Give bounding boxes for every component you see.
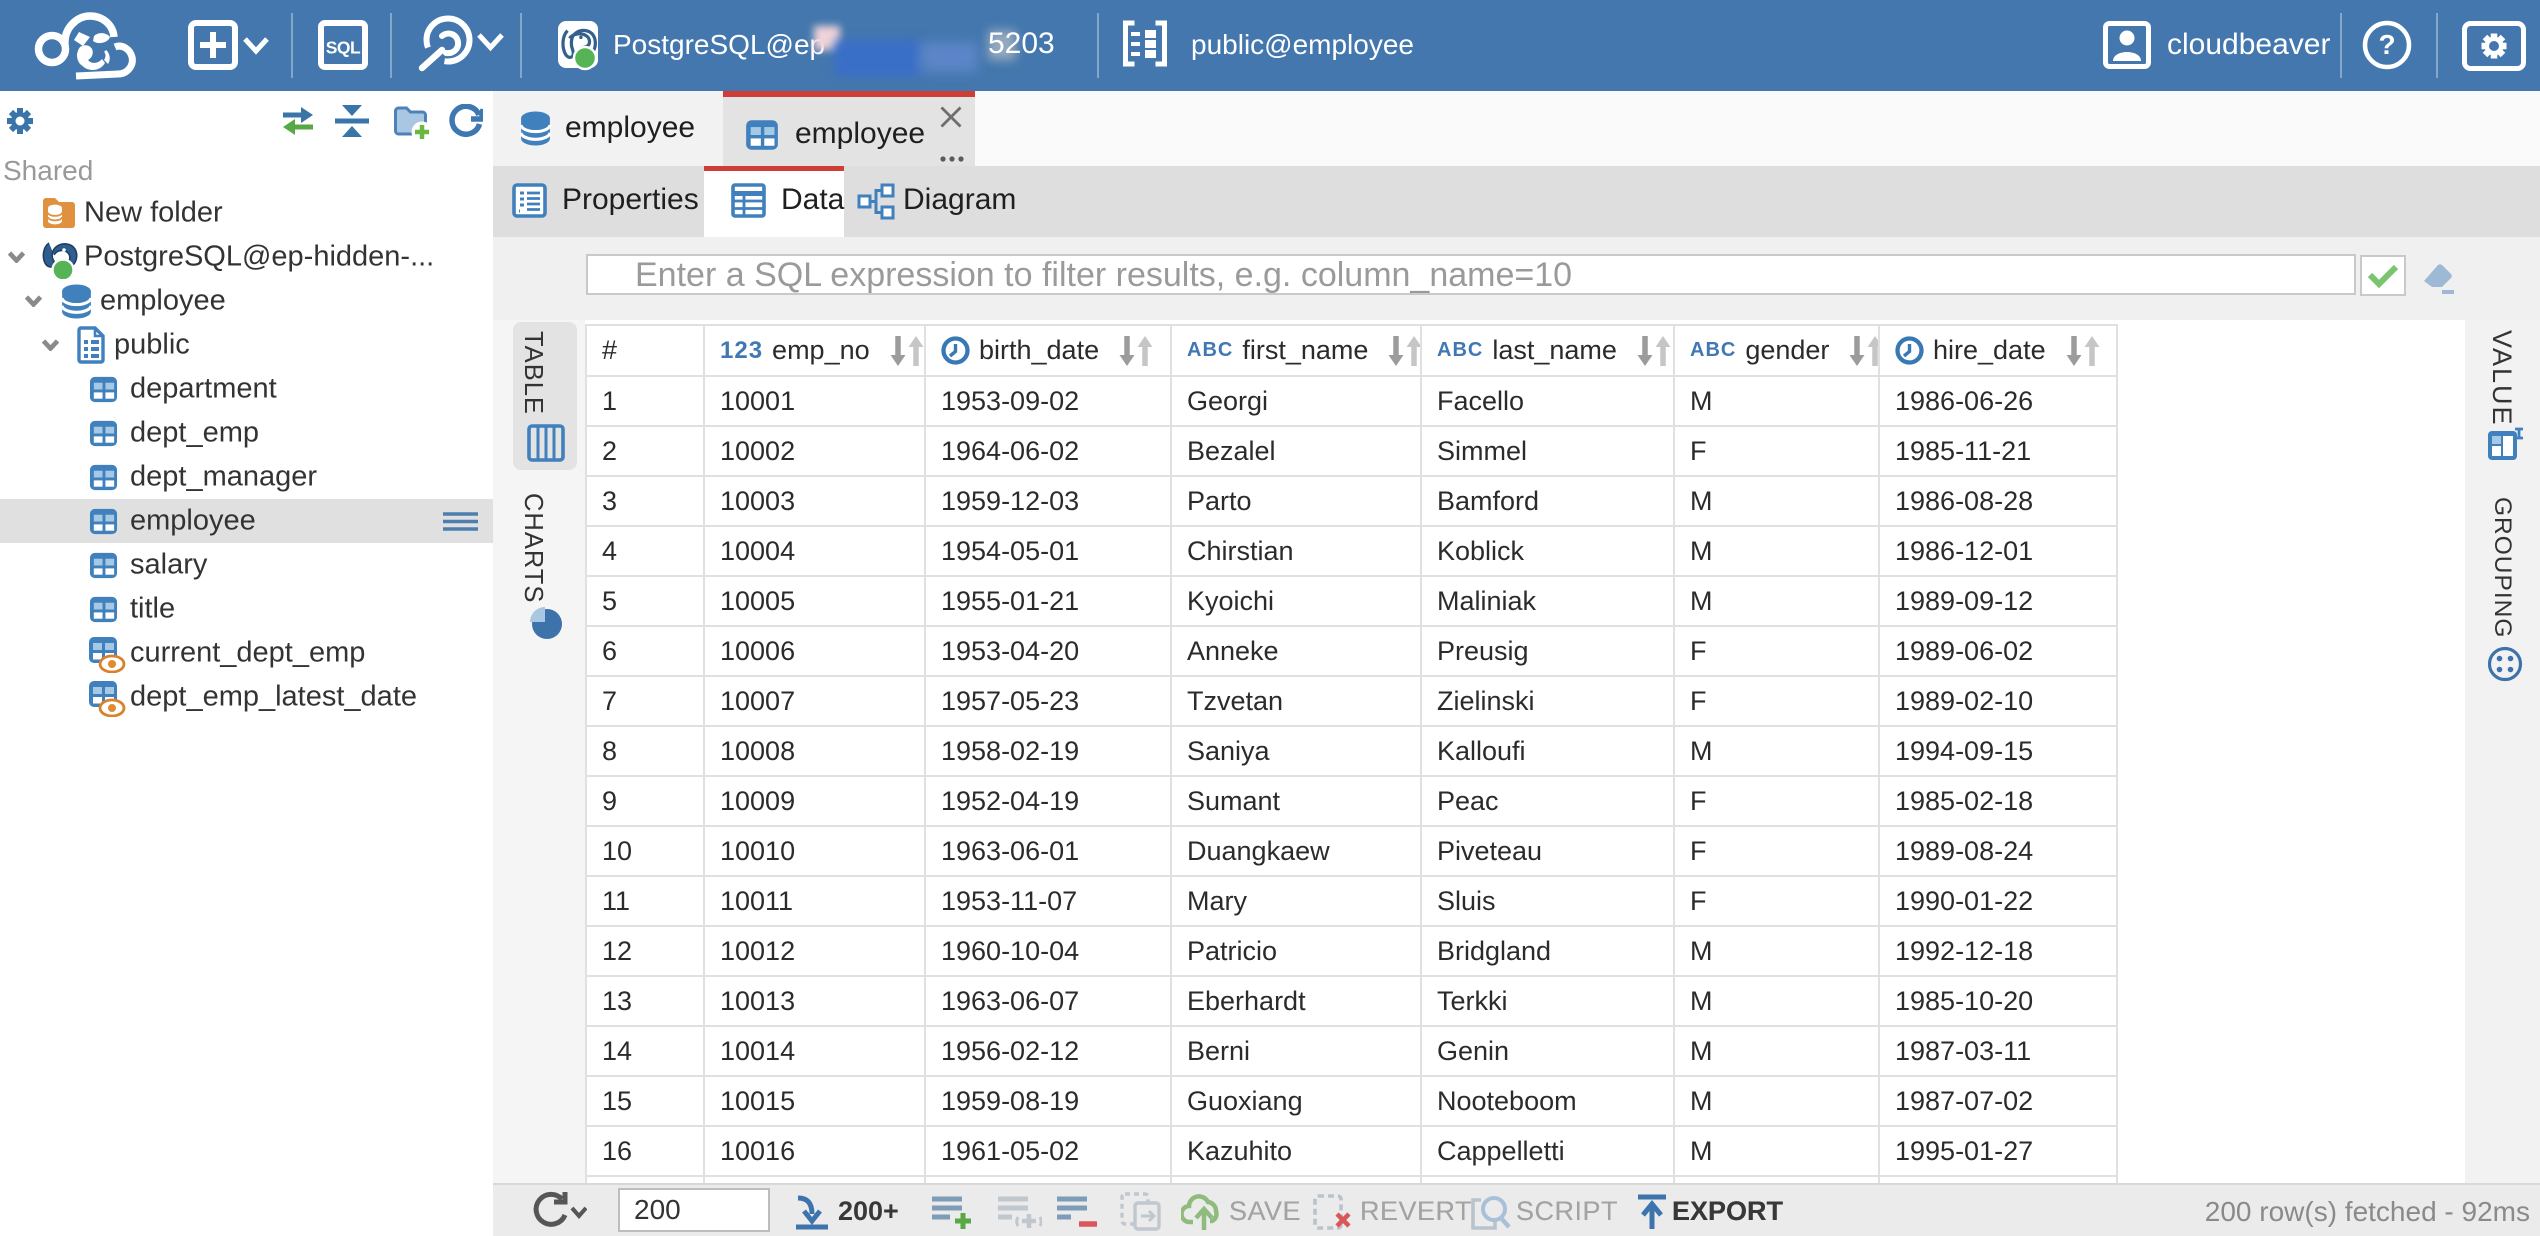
svg-text:?: ? bbox=[2378, 29, 2395, 60]
svg-text:SQL: SQL bbox=[326, 38, 361, 58]
